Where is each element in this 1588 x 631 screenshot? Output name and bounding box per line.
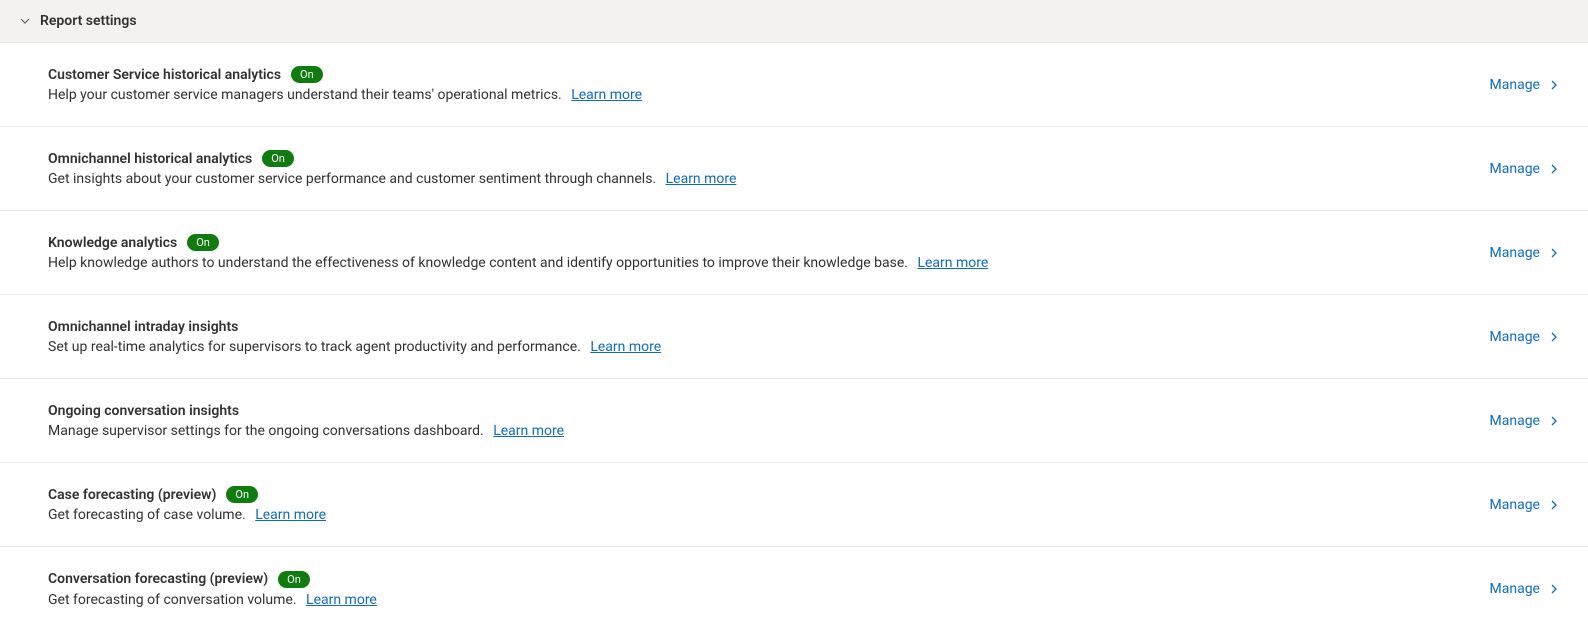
setting-title: Omnichannel intraday insights: [48, 319, 238, 335]
section-title: Report settings: [40, 13, 137, 29]
manage-label: Manage: [1490, 161, 1540, 177]
manage-button[interactable]: Manage: [1490, 497, 1560, 513]
learn-more-link[interactable]: Learn more: [571, 87, 642, 103]
manage-button[interactable]: Manage: [1490, 77, 1560, 93]
setting-title: Case forecasting (preview): [48, 487, 216, 503]
manage-label: Manage: [1490, 413, 1540, 429]
manage-label: Manage: [1490, 77, 1540, 93]
setting-description: Get forecasting of conversation volume.: [48, 592, 297, 608]
setting-title: Ongoing conversation insights: [48, 403, 239, 419]
setting-title: Conversation forecasting (preview): [48, 571, 268, 587]
status-badge: On: [226, 486, 258, 503]
status-badge: On: [187, 234, 219, 251]
setting-description: Get forecasting of case volume.: [48, 507, 246, 523]
setting-description: Set up real-time analytics for superviso…: [48, 339, 581, 355]
manage-button[interactable]: Manage: [1490, 245, 1560, 261]
setting-description: Manage supervisor settings for the ongoi…: [48, 423, 484, 439]
chevron-right-icon: [1548, 499, 1560, 511]
setting-description: Help knowledge authors to understand the…: [48, 255, 908, 271]
chevron-down-icon: [18, 14, 32, 28]
setting-row: Case forecasting (preview) On Get foreca…: [0, 463, 1588, 547]
manage-label: Manage: [1490, 581, 1540, 597]
setting-row: Customer Service historical analytics On…: [0, 43, 1588, 127]
manage-label: Manage: [1490, 329, 1540, 345]
manage-button[interactable]: Manage: [1490, 413, 1560, 429]
learn-more-link[interactable]: Learn more: [666, 171, 737, 187]
setting-title: Omnichannel historical analytics: [48, 151, 252, 167]
setting-title: Knowledge analytics: [48, 235, 177, 251]
setting-row: Ongoing conversation insights Manage sup…: [0, 379, 1588, 463]
section-header[interactable]: Report settings: [0, 0, 1588, 43]
setting-row: Omnichannel historical analytics On Get …: [0, 127, 1588, 211]
setting-title: Customer Service historical analytics: [48, 67, 281, 83]
manage-label: Manage: [1490, 497, 1540, 513]
chevron-right-icon: [1548, 583, 1560, 595]
setting-row: Knowledge analytics On Help knowledge au…: [0, 211, 1588, 295]
chevron-right-icon: [1548, 331, 1560, 343]
manage-button[interactable]: Manage: [1490, 161, 1560, 177]
setting-row: Conversation forecasting (preview) On Ge…: [0, 547, 1588, 631]
status-badge: On: [262, 150, 294, 167]
setting-row: Omnichannel intraday insights Set up rea…: [0, 295, 1588, 379]
learn-more-link[interactable]: Learn more: [493, 423, 564, 439]
status-badge: On: [291, 66, 323, 83]
manage-label: Manage: [1490, 245, 1540, 261]
setting-description: Help your customer service managers unde…: [48, 87, 562, 103]
manage-button[interactable]: Manage: [1490, 329, 1560, 345]
status-badge: On: [278, 571, 310, 588]
chevron-right-icon: [1548, 79, 1560, 91]
learn-more-link[interactable]: Learn more: [255, 507, 326, 523]
learn-more-link[interactable]: Learn more: [590, 339, 661, 355]
learn-more-link[interactable]: Learn more: [917, 255, 988, 271]
manage-button[interactable]: Manage: [1490, 581, 1560, 597]
chevron-right-icon: [1548, 415, 1560, 427]
setting-description: Get insights about your customer service…: [48, 171, 656, 187]
learn-more-link[interactable]: Learn more: [306, 592, 377, 608]
chevron-right-icon: [1548, 247, 1560, 259]
chevron-right-icon: [1548, 163, 1560, 175]
